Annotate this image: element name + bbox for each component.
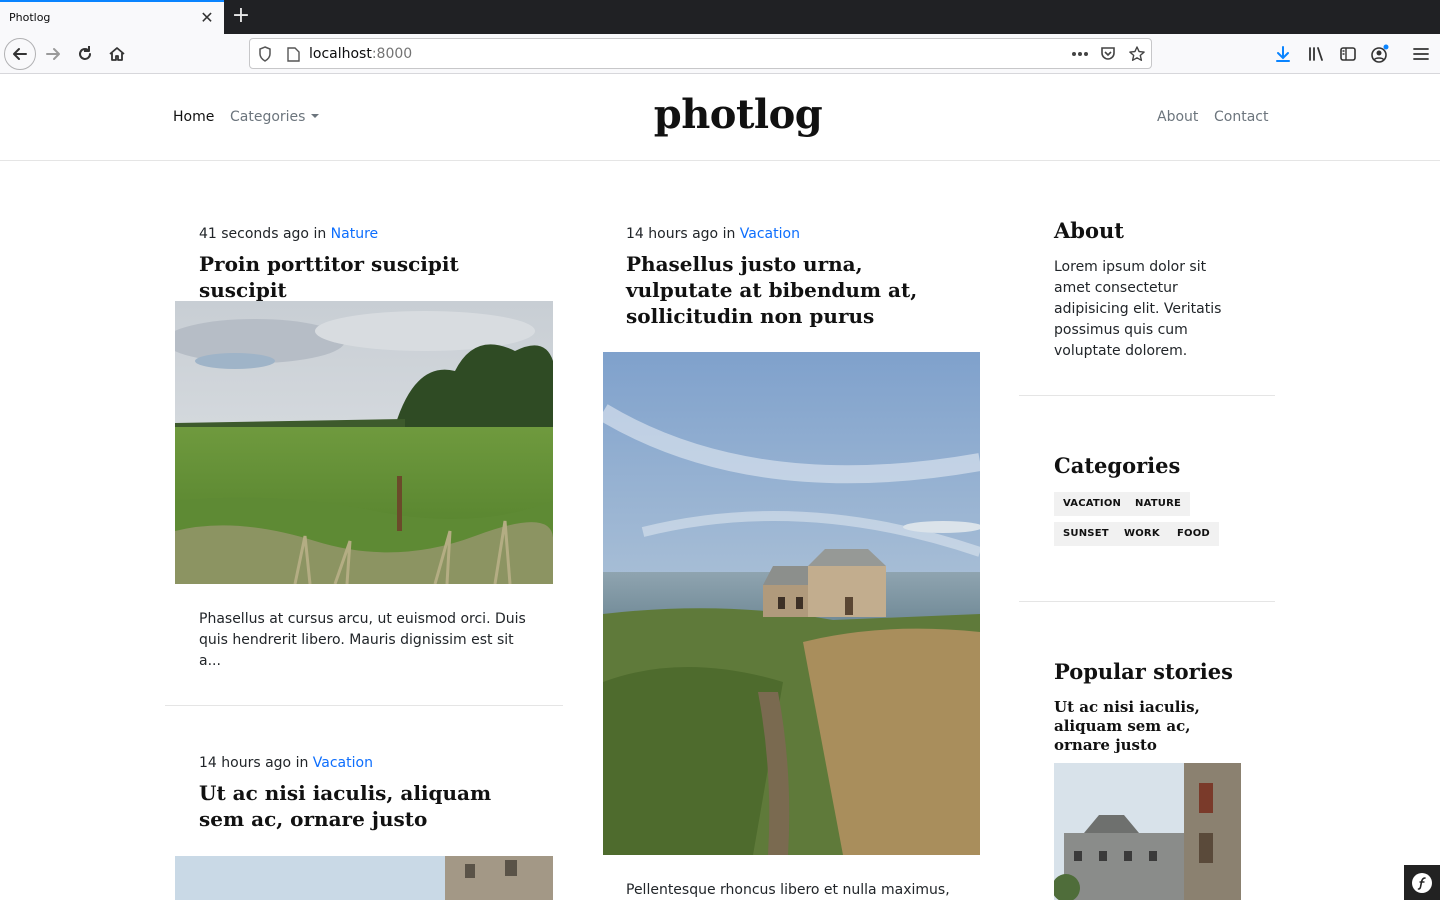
browser-tab-strip: Photlog ✕ + bbox=[0, 0, 1440, 34]
tab-title: Photlog bbox=[9, 11, 51, 24]
menu-icon[interactable] bbox=[1405, 38, 1437, 70]
symfony-debug-toolbar-icon[interactable] bbox=[1404, 865, 1440, 900]
tag-sunset[interactable]: SUNSET bbox=[1054, 522, 1118, 546]
nav-contact-link[interactable]: Contact bbox=[1214, 109, 1268, 125]
popular-story-photo[interactable] bbox=[1054, 763, 1241, 900]
shield-icon[interactable] bbox=[256, 45, 274, 63]
nav-about-link[interactable]: About bbox=[1157, 109, 1198, 125]
post-title[interactable]: Ut ac nisi iaculis, aliquam sem ac, orna… bbox=[199, 780, 539, 832]
post-divider bbox=[165, 705, 563, 706]
browser-tab[interactable]: Photlog ✕ bbox=[0, 0, 224, 34]
post-meta: 41 seconds ago in Nature bbox=[199, 226, 379, 242]
site-header: Home Categories photlog About Contact bbox=[0, 75, 1440, 161]
post-category-link[interactable]: Vacation bbox=[313, 755, 373, 771]
reload-icon[interactable] bbox=[69, 38, 101, 70]
pocket-icon[interactable] bbox=[1099, 45, 1117, 63]
address-bar[interactable]: localhost:8000 bbox=[249, 38, 1152, 69]
url-text[interactable]: localhost:8000 bbox=[309, 46, 412, 62]
post-photo-cliff-house[interactable] bbox=[603, 352, 980, 855]
sidebar-popular-heading: Popular stories bbox=[1054, 659, 1233, 684]
page-icon[interactable] bbox=[284, 45, 302, 63]
post-title[interactable]: Phasellus justo urna, vulputate at biben… bbox=[626, 251, 961, 329]
library-icon[interactable] bbox=[1300, 38, 1332, 70]
tag-food[interactable]: FOOD bbox=[1168, 522, 1219, 546]
account-icon[interactable] bbox=[1364, 38, 1396, 70]
tag-nature[interactable]: NATURE bbox=[1126, 492, 1191, 516]
sidebar-about-heading: About bbox=[1054, 218, 1124, 243]
sidebar-divider bbox=[1019, 395, 1275, 396]
sidebar-categories-heading: Categories bbox=[1054, 453, 1181, 478]
browser-toolbar: localhost:8000 bbox=[0, 34, 1440, 74]
popular-story-title[interactable]: Ut ac nisi iaculis, aliquam sem ac, orna… bbox=[1054, 698, 1244, 755]
post-photo-street[interactable] bbox=[175, 856, 553, 900]
star-icon[interactable] bbox=[1128, 45, 1146, 63]
download-icon[interactable] bbox=[1267, 38, 1299, 70]
post-meta: 14 hours ago in Vacation bbox=[626, 226, 800, 242]
post-category-link[interactable]: Nature bbox=[331, 226, 378, 242]
forward-icon[interactable] bbox=[37, 38, 69, 70]
post-title[interactable]: Proin porttitor suscipit suscipit bbox=[199, 251, 539, 303]
tag-work[interactable]: WORK bbox=[1115, 522, 1169, 546]
post-excerpt: Pellentesque rhoncus libero et nulla max… bbox=[626, 882, 950, 898]
post-photo-field[interactable] bbox=[175, 301, 553, 584]
post-meta: 14 hours ago in Vacation bbox=[199, 755, 373, 771]
post-category-link[interactable]: Vacation bbox=[740, 226, 800, 242]
tag-vacation[interactable]: VACATION bbox=[1054, 492, 1131, 516]
sidebar-about-text: Lorem ipsum dolor sit amet consectetur a… bbox=[1054, 259, 1222, 359]
back-icon[interactable] bbox=[4, 38, 36, 70]
new-tab-icon[interactable]: + bbox=[230, 5, 252, 27]
close-tab-icon[interactable]: ✕ bbox=[198, 9, 216, 27]
sidebar-icon[interactable] bbox=[1332, 38, 1364, 70]
more-icon[interactable] bbox=[1071, 45, 1089, 63]
home-icon[interactable] bbox=[101, 38, 133, 70]
post-excerpt: Phasellus at cursus arcu, ut euismod orc… bbox=[199, 611, 526, 669]
sidebar-divider bbox=[1019, 601, 1275, 602]
